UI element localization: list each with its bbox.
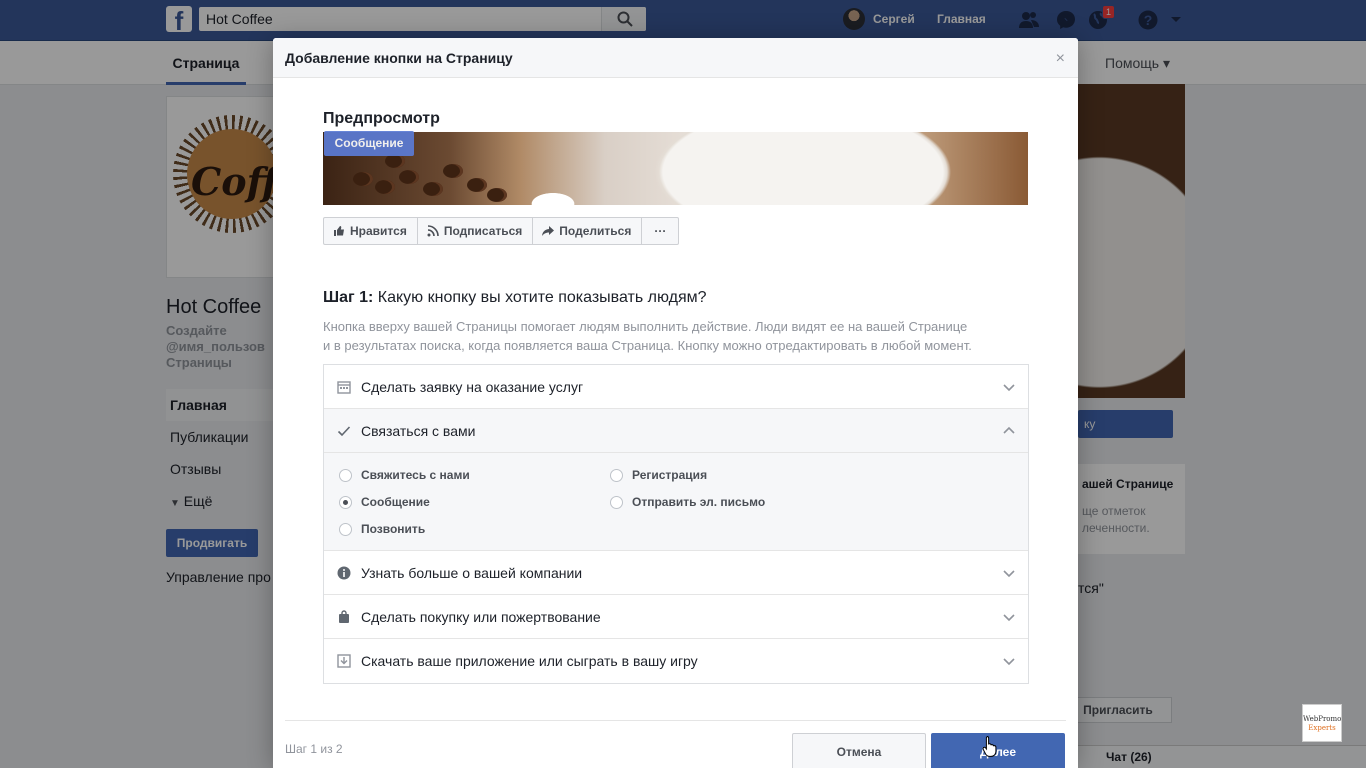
- cancel-button[interactable]: Отмена: [792, 733, 926, 768]
- button-type-accordion: Сделать заявку на оказание услуг Связать…: [323, 364, 1029, 684]
- coffee-bean: [375, 180, 395, 194]
- chevron-down-icon: [1003, 570, 1015, 578]
- radio-label: Свяжитесь с нами: [361, 468, 470, 482]
- radio-send-message[interactable]: Сообщение: [339, 495, 430, 509]
- preview-cover-image: [323, 132, 1028, 205]
- option-shop-donate[interactable]: Сделать покупку или пожертвование: [324, 595, 1028, 639]
- option-book-services[interactable]: Сделать заявку на оказание услуг: [324, 365, 1028, 409]
- radio-label: Позвонить: [361, 522, 426, 536]
- footer-divider: [285, 720, 1066, 721]
- preview-title: Предпросмотр: [323, 110, 440, 127]
- share-label: Поделиться: [559, 224, 632, 238]
- thumbs-up-icon: [334, 226, 344, 236]
- step-description: Кнопка вверху вашей Страницы помогает лю…: [323, 317, 1033, 355]
- follow-button: Подписаться: [416, 217, 533, 245]
- next-button[interactable]: Далее: [931, 733, 1065, 768]
- radio-button: [610, 495, 623, 509]
- chevron-down-icon: [1003, 658, 1015, 666]
- radio-label: Сообщение: [361, 495, 430, 509]
- contact-sub-options: Свяжитесь с нами Регистрация Сообщение О…: [324, 453, 1028, 551]
- coffee-bean: [487, 188, 507, 202]
- coffee-bean: [385, 154, 405, 168]
- more-options-button: ···: [641, 217, 680, 245]
- step-question: Какую кнопку вы хотите показывать людям?: [377, 289, 707, 306]
- option-label: Связаться с вами: [361, 422, 476, 439]
- chevron-down-icon: [1003, 384, 1015, 392]
- radio-button: [339, 522, 352, 536]
- close-icon[interactable]: ×: [1056, 50, 1065, 68]
- share-arrow-icon: [542, 226, 555, 236]
- option-label: Сделать заявку на оказание услуг: [361, 378, 584, 395]
- watermark-line: Experts: [1308, 724, 1336, 732]
- watermark-line: WebPromo: [1303, 715, 1342, 723]
- like-label: Нравится: [350, 224, 407, 238]
- step-desc-line: и в результатах поиска, когда появляется…: [323, 338, 972, 353]
- radio-button: [610, 468, 623, 482]
- option-label: Сделать покупку или пожертвование: [361, 608, 601, 625]
- like-button: Нравится: [323, 217, 417, 245]
- radio-sign-up[interactable]: Регистрация: [610, 468, 707, 482]
- step-desc-line: Кнопка вверху вашей Страницы помогает лю…: [323, 319, 968, 334]
- follow-label: Подписаться: [443, 224, 523, 238]
- radio-call[interactable]: Позвонить: [339, 522, 425, 536]
- radio-label: Регистрация: [632, 468, 708, 482]
- dialog-title: Добавление кнопки на Страницу: [285, 50, 513, 66]
- step-number: Шаг 1:: [323, 289, 374, 306]
- calendar-icon: [337, 380, 351, 394]
- option-label: Скачать ваше приложение или сыграть в ва…: [361, 653, 698, 669]
- option-download-app[interactable]: Скачать ваше приложение или сыграть в ва…: [324, 639, 1028, 683]
- option-label: Узнать больше о вашей компании: [361, 564, 583, 581]
- preview-message-button: Сообщение: [324, 131, 414, 156]
- hand-cursor-icon: [982, 736, 997, 757]
- radio-button-selected: [339, 495, 352, 509]
- watermark-logo: WebPromo Experts: [1302, 704, 1342, 742]
- coffee-bean: [443, 164, 463, 178]
- check-icon: [337, 425, 351, 436]
- share-button: Поделиться: [532, 217, 642, 245]
- download-icon: [337, 654, 351, 668]
- radio-contact-us[interactable]: Свяжитесь с нами: [339, 468, 470, 482]
- coffee-bean: [353, 172, 373, 186]
- coffee-bean: [467, 178, 487, 192]
- chevron-up-icon: [1003, 426, 1015, 434]
- coffee-bean: [399, 170, 419, 184]
- add-button-dialog: Добавление кнопки на Страницу × Предпрос…: [273, 38, 1078, 768]
- coffee-bean: [423, 182, 443, 196]
- option-learn-more[interactable]: Узнать больше о вашей компании: [324, 551, 1028, 595]
- step-heading: Шаг 1: Какую кнопку вы хотите показывать…: [323, 289, 707, 307]
- option-contact-you[interactable]: Связаться с вами: [324, 409, 1028, 453]
- radio-button: [339, 468, 352, 482]
- dialog-header: Добавление кнопки на Страницу: [273, 38, 1078, 78]
- rss-icon: [427, 225, 439, 237]
- ellipsis-icon: ···: [654, 224, 667, 238]
- bag-icon: [339, 609, 349, 623]
- info-icon: [337, 566, 351, 579]
- step-indicator: Шаг 1 из 2: [285, 742, 343, 756]
- preview-action-row: Нравится Подписаться Поделиться ···: [323, 217, 680, 245]
- chevron-down-icon: [1003, 614, 1015, 622]
- radio-send-email[interactable]: Отправить эл. письмо: [610, 495, 765, 509]
- radio-label: Отправить эл. письмо: [632, 495, 766, 509]
